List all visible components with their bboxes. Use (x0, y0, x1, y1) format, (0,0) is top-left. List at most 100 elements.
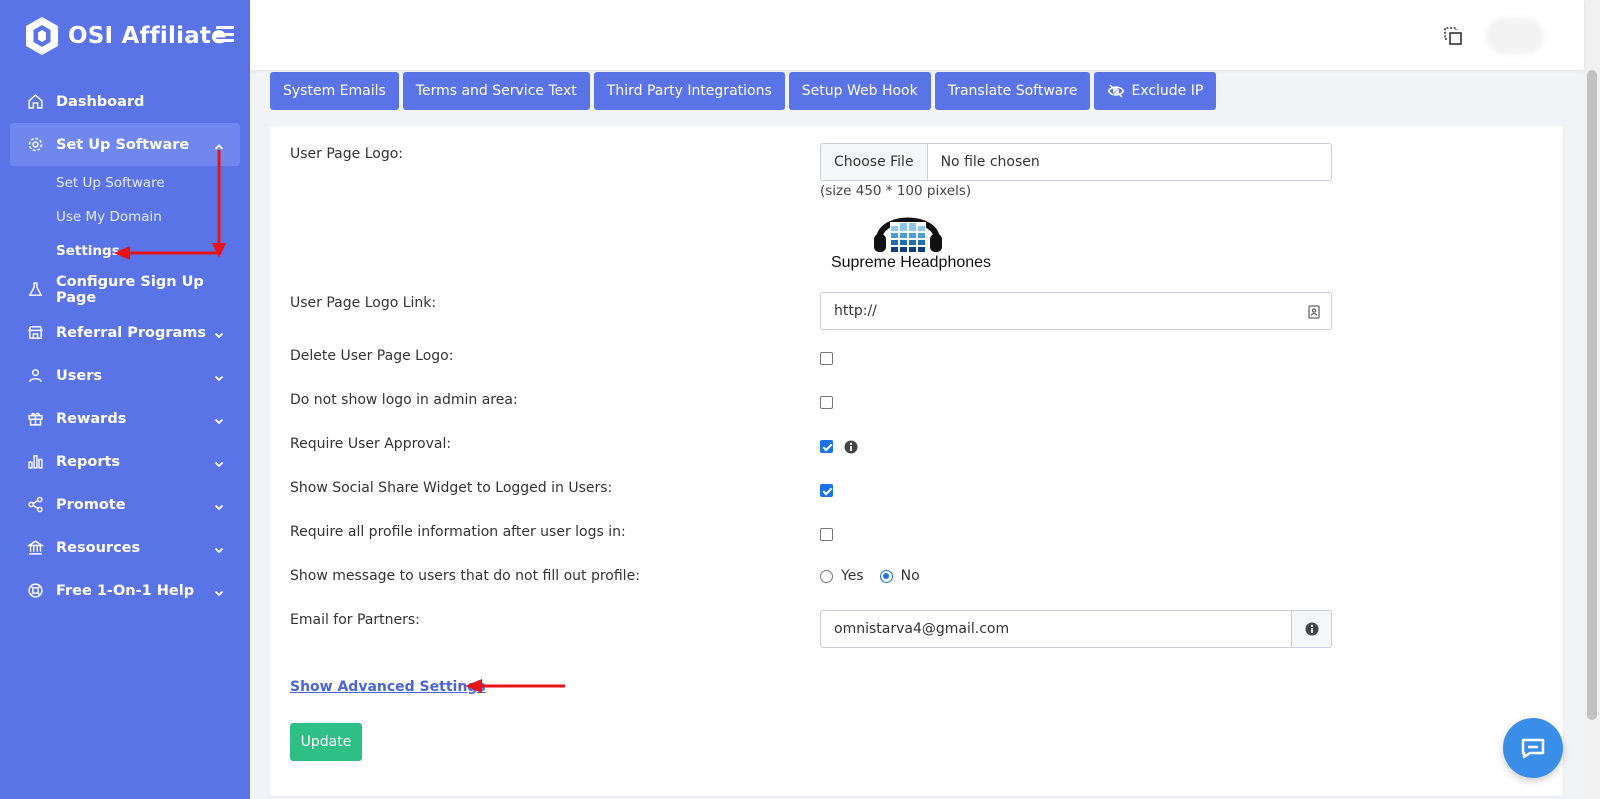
sidebar-item-label: Referral Programs (56, 324, 207, 341)
sidebar-subitem-settings[interactable]: Settings (10, 234, 240, 268)
user-page-logo-label: User Page Logo: (290, 146, 403, 162)
chevron-down-icon (214, 328, 224, 338)
sidebar-item-dashboard[interactable]: Dashboard (10, 80, 240, 123)
hamburger-menu-icon[interactable] (216, 26, 234, 42)
sidebar-item-reports[interactable]: Reports (10, 440, 240, 483)
chevron-down-icon (214, 500, 224, 510)
user-avatar[interactable] (1486, 18, 1544, 54)
require-profile-checkbox[interactable] (820, 528, 833, 541)
tab-exclude-ip[interactable]: Exclude IP (1094, 72, 1217, 110)
require-approval-checkbox[interactable] (820, 440, 833, 453)
sidebar-item-free-help[interactable]: Free 1-On-1 Help (10, 569, 240, 612)
eye-slash-icon (1108, 84, 1125, 98)
store-icon (27, 324, 44, 341)
info-icon (1305, 622, 1318, 636)
sidebar-item-label: Promote (56, 496, 126, 513)
page-scrollbar[interactable] (1584, 0, 1600, 799)
sidebar-item-configure-sign-up-page[interactable]: Configure Sign Up Page (10, 268, 240, 311)
sidebar-item-label: Reports (56, 453, 121, 470)
info-icon[interactable] (844, 440, 858, 454)
copy-icon[interactable] (1442, 25, 1464, 47)
require-user-approval-label: Require User Approval: (290, 436, 452, 452)
show-advanced-settings-link[interactable]: Show Advanced Settings (290, 679, 486, 695)
brand[interactable]: OSI Affiliate (24, 16, 234, 56)
sidebar-nav: Dashboard Set Up Software Set Up Softwar… (10, 80, 240, 612)
email-for-partners-label: Email for Partners: (290, 612, 420, 628)
hide-admin-logo-checkbox[interactable] (820, 396, 833, 409)
logo-file-input[interactable]: Choose File No file chosen (820, 143, 1332, 181)
tab-system-emails[interactable]: System Emails (270, 72, 399, 110)
headphones-logo-icon (874, 217, 942, 252)
gift-icon (27, 410, 44, 427)
hide-admin-logo-control (820, 392, 833, 411)
chevron-down-icon (214, 414, 224, 424)
chevron-down-icon (214, 543, 224, 553)
sidebar-item-referral-programs[interactable]: Referral Programs (10, 311, 240, 354)
sidebar: OSI Affiliate Dashboard Set Up Software … (0, 0, 250, 799)
chevron-up-icon (214, 140, 224, 150)
sidebar-item-label: Rewards (56, 410, 127, 427)
delete-logo-control (820, 348, 833, 367)
profile-message-yes-radio[interactable] (820, 569, 833, 583)
bar-chart-icon (27, 453, 44, 470)
sidebar-item-rewards[interactable]: Rewards (10, 397, 240, 440)
contact-card-icon[interactable] (1307, 303, 1321, 321)
logo-link-value: http:// (834, 303, 877, 319)
chevron-down-icon (214, 457, 224, 467)
delete-logo-checkbox[interactable] (820, 352, 833, 365)
settings-tabs: System Emails Terms and Service Text Thi… (270, 72, 1217, 110)
sidebar-item-set-up-software[interactable]: Set Up Software (10, 123, 240, 166)
radio-label-yes: Yes (841, 568, 864, 584)
sidebar-item-label: Free 1-On-1 Help (56, 582, 195, 599)
sidebar-item-resources[interactable]: Resources (10, 526, 240, 569)
logo-link-input[interactable]: http:// (820, 292, 1332, 330)
profile-message-radio-group: Yes No (820, 568, 920, 584)
home-icon (27, 93, 44, 110)
tab-setup-web-hook[interactable]: Setup Web Hook (788, 72, 931, 110)
tab-third-party-integrations[interactable]: Third Party Integrations (593, 72, 785, 110)
require-approval-control (820, 436, 858, 455)
sidebar-item-label: Resources (56, 539, 141, 556)
logo-preview: Supreme Headphones (821, 204, 1001, 274)
sidebar-item-promote[interactable]: Promote (10, 483, 240, 526)
partner-email-input[interactable]: omnistarva4@gmail.com (820, 610, 1332, 648)
require-profile-label: Require all profile information after us… (290, 524, 626, 540)
share-icon (27, 496, 44, 513)
chat-widget-button[interactable] (1503, 718, 1563, 778)
chat-icon (1521, 738, 1545, 759)
tab-terms-and-service[interactable]: Terms and Service Text (402, 72, 590, 110)
sidebar-item-label: Set Up Software (56, 136, 190, 153)
tab-label: Exclude IP (1131, 83, 1204, 99)
profile-message-no-radio[interactable] (879, 569, 893, 583)
social-widget-control (820, 480, 833, 499)
settings-card: User Page Logo: Choose File No file chos… (270, 126, 1563, 796)
sidebar-subitem-set-up-software[interactable]: Set Up Software (10, 166, 240, 200)
partner-email-value: omnistarva4@gmail.com (834, 621, 1010, 637)
choose-file-button[interactable]: Choose File (821, 144, 928, 180)
chevron-down-icon (214, 371, 224, 381)
require-profile-control (820, 524, 833, 543)
sidebar-item-users[interactable]: Users (10, 354, 240, 397)
tab-translate-software[interactable]: Translate Software (934, 72, 1091, 110)
lifebuoy-icon (27, 582, 44, 599)
chevron-down-icon (214, 586, 224, 596)
flask-icon (27, 281, 44, 298)
delete-user-page-logo-label: Delete User Page Logo: (290, 348, 454, 364)
sidebar-item-label: Dashboard (56, 93, 145, 110)
sidebar-item-label: Users (56, 367, 103, 384)
logo-preview-caption: Supreme Headphones (830, 254, 992, 271)
update-button[interactable]: Update (290, 723, 362, 761)
scrollbar-thumb[interactable] (1587, 70, 1597, 720)
brand-name: OSI Affiliate (68, 23, 227, 49)
social-widget-checkbox[interactable] (820, 484, 833, 497)
sidebar-subitem-use-my-domain[interactable]: Use My Domain (10, 200, 240, 234)
radio-label-no: No (900, 568, 920, 584)
sidebar-item-label: Configure Sign Up Page (56, 273, 204, 306)
hide-admin-logo-label: Do not show logo in admin area: (290, 392, 518, 408)
top-bar (250, 0, 1584, 70)
partner-email-info-addon[interactable] (1291, 611, 1331, 647)
user-page-logo-link-label: User Page Logo Link: (290, 295, 437, 311)
gear-icon (27, 136, 44, 153)
logo-size-hint: (size 450 * 100 pixels) (820, 183, 972, 199)
profile-message-label: Show message to users that do not fill o… (290, 568, 640, 584)
